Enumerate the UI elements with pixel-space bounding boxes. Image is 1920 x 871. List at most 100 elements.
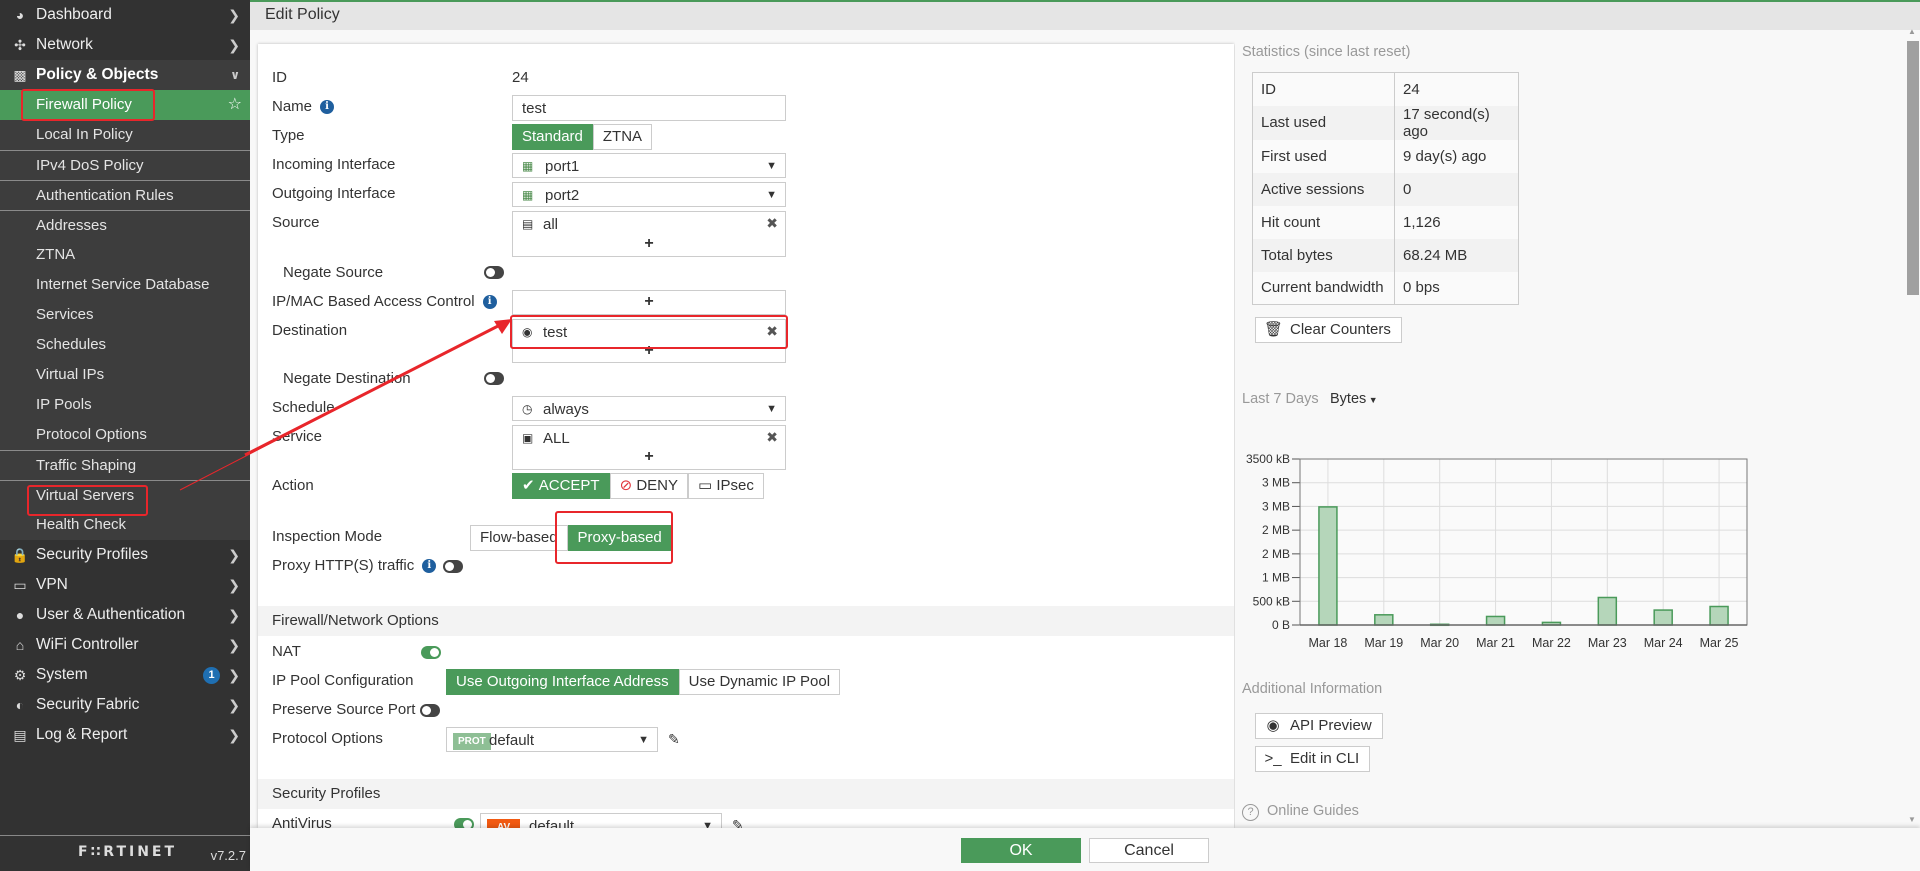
proxy-http-label: Proxy HTTP(S) traffic i	[272, 557, 437, 574]
bar-mar-19	[1374, 614, 1394, 626]
ok-button[interactable]: OK	[961, 838, 1081, 863]
action-deny[interactable]: ⊘ DENY	[609, 473, 689, 499]
sub-local-in-policy[interactable]: Local In Policy	[0, 120, 250, 150]
ippool-dynamic[interactable]: Use Dynamic IP Pool	[678, 669, 841, 695]
protocol-options-select[interactable]: PROT default ▼	[446, 727, 658, 752]
nav-security-profiles[interactable]: 🔒 Security Profiles ❯	[0, 540, 250, 570]
sub-ip-pools[interactable]: IP Pools	[0, 390, 250, 420]
online-guides-link[interactable]: ? Online Guides	[1242, 803, 1359, 821]
info-icon[interactable]: i	[320, 100, 335, 115]
nav-user-authentication[interactable]: ● User & Authentication ❯	[0, 600, 250, 630]
nav-security-fabric[interactable]: ◐ Security Fabric ❯	[0, 690, 250, 720]
y-tick-label: 3500 kB	[1246, 452, 1290, 466]
remove-icon[interactable]: ✖	[766, 429, 778, 446]
info-icon[interactable]: i	[482, 295, 497, 310]
version-label: v7.2.7	[210, 848, 246, 863]
x-tick-label: Mar 25	[1700, 636, 1739, 650]
ippool-outgoing[interactable]: Use Outgoing Interface Address	[446, 669, 679, 695]
negate-destination-toggle[interactable]	[484, 372, 504, 385]
negate-source-toggle[interactable]	[484, 266, 504, 279]
add-ipmac-button[interactable]: +	[513, 293, 785, 311]
clear-counters-button[interactable]: 🗑 Clear Counters	[1255, 317, 1402, 343]
nav-label: Security Profiles	[36, 546, 148, 563]
id-label: ID	[272, 69, 287, 86]
sub-health-check[interactable]: Health Check	[0, 510, 250, 540]
scrollbar[interactable]: ▲ ▼	[1907, 27, 1920, 827]
metric-dropdown[interactable]: Bytes ▼	[1330, 391, 1378, 407]
destination-field[interactable]: ◉ test ✖ +	[512, 319, 786, 363]
outgoing-interface-select[interactable]: ▦ port2 ▼	[512, 182, 786, 207]
nat-toggle[interactable]	[421, 646, 441, 659]
inspection-proxy-based[interactable]: Proxy-based	[567, 525, 672, 551]
proxy-http-toggle[interactable]	[443, 560, 463, 573]
type-ztna[interactable]: ZTNA	[592, 124, 653, 150]
nav-policy-objects[interactable]: ▩ Policy & Objects ∨	[0, 60, 250, 90]
api-preview-button[interactable]: ◉ API Preview	[1255, 713, 1383, 739]
sub-protocol-options[interactable]: Protocol Options	[0, 420, 250, 450]
incoming-interface-select[interactable]: ▦ port1 ▼	[512, 153, 786, 178]
action-ipsec[interactable]: ▭ IPsec	[688, 473, 764, 499]
source-field[interactable]: ▤ all ✖ +	[512, 211, 786, 257]
info-icon[interactable]: i	[422, 559, 437, 574]
sub-traffic-shaping[interactable]: Traffic Shaping	[0, 450, 250, 480]
nav-system[interactable]: ⚙ System 1 ❯	[0, 660, 250, 690]
incoming-interface-value: port1	[545, 158, 580, 175]
nav-wifi-controller[interactable]: ⌂ WiFi Controller ❯	[0, 630, 250, 660]
nav-log-report[interactable]: ▤ Log & Report ❯	[0, 720, 250, 750]
sub-services[interactable]: Services	[0, 300, 250, 330]
add-source-button[interactable]: +	[513, 235, 785, 253]
sub-authentication-rules[interactable]: Authentication Rules	[0, 180, 250, 210]
action-accept[interactable]: ✔ ACCEPT	[512, 473, 610, 499]
sub-label: Firewall Policy	[36, 96, 132, 113]
port-icon: ▦	[522, 188, 534, 202]
caret-down-icon: ▼	[766, 160, 777, 172]
outgoing-interface-label: Outgoing Interface	[272, 185, 396, 202]
deny-icon: ⊘	[619, 477, 637, 494]
edit-pencil-icon[interactable]: ✎	[668, 731, 680, 748]
fabric-icon: ◐	[15, 697, 25, 713]
scroll-up-icon[interactable]: ▲	[1908, 27, 1916, 36]
chevron-right-icon: ❯	[228, 637, 240, 653]
sub-firewall-policy[interactable]: Firewall Policy ☆	[0, 90, 250, 120]
stats-row: Last used 17 second(s) ago	[1252, 105, 1519, 140]
scroll-down-icon[interactable]: ▼	[1908, 815, 1916, 824]
preserve-port-toggle[interactable]	[420, 704, 440, 717]
cancel-button[interactable]: Cancel	[1089, 838, 1209, 863]
remove-icon[interactable]: ✖	[766, 323, 778, 340]
star-icon[interactable]: ☆	[228, 90, 242, 120]
fortinet-logo: F∷RTINET	[78, 844, 178, 860]
sub-label: Virtual Servers	[36, 487, 135, 504]
metric-dropdown-label: Bytes	[1330, 391, 1367, 407]
online-guides-label: Online Guides	[1267, 803, 1359, 819]
sub-ipv4-dos-policy[interactable]: IPv4 DoS Policy	[0, 150, 250, 180]
antivirus-toggle[interactable]	[454, 818, 474, 828]
nav-dashboard[interactable]: ◕ Dashboard ❯	[0, 0, 250, 30]
sub-virtual-ips[interactable]: Virtual IPs	[0, 360, 250, 390]
nav-network[interactable]: ✣ Network ❯	[0, 30, 250, 60]
service-field[interactable]: ▣ ALL ✖ +	[512, 425, 786, 470]
edit-pencil-icon[interactable]: ✎	[732, 817, 744, 828]
ipmac-field[interactable]: +	[512, 290, 786, 315]
sub-virtual-servers[interactable]: Virtual Servers	[0, 480, 250, 510]
type-standard[interactable]: Standard	[512, 124, 593, 150]
nav-vpn[interactable]: ▭ VPN ❯	[0, 570, 250, 600]
sub-addresses[interactable]: Addresses	[0, 210, 250, 240]
sub-ztna[interactable]: ZTNA	[0, 240, 250, 270]
nav-label: VPN	[36, 576, 68, 593]
antivirus-value: default	[529, 818, 575, 828]
bytes-chart: 0 B 500 kB 1 MB 2 MB 2 MB 3 MB 3 MB 3500 kB Mar …	[1246, 452, 1748, 650]
schedule-select[interactable]: ◷ always ▼	[512, 396, 786, 421]
ippool-selector: Use Outgoing Interface Address Use Dynam…	[446, 669, 841, 695]
scrollbar-thumb[interactable]	[1907, 41, 1919, 295]
incoming-interface-label: Incoming Interface	[272, 156, 396, 173]
remove-icon[interactable]: ✖	[766, 215, 778, 232]
inspection-flow-based[interactable]: Flow-based	[470, 525, 568, 551]
edit-cli-button[interactable]: >_ Edit in CLI	[1255, 746, 1371, 772]
add-service-button[interactable]: +	[513, 448, 785, 466]
sub-schedules[interactable]: Schedules	[0, 330, 250, 360]
sub-internet-service-database[interactable]: Internet Service Database	[0, 270, 250, 300]
name-input[interactable]: test	[512, 95, 786, 121]
terminal-icon: >_	[1264, 750, 1282, 767]
antivirus-select[interactable]: AV default ▼	[480, 813, 722, 828]
add-destination-button[interactable]: +	[513, 342, 785, 360]
